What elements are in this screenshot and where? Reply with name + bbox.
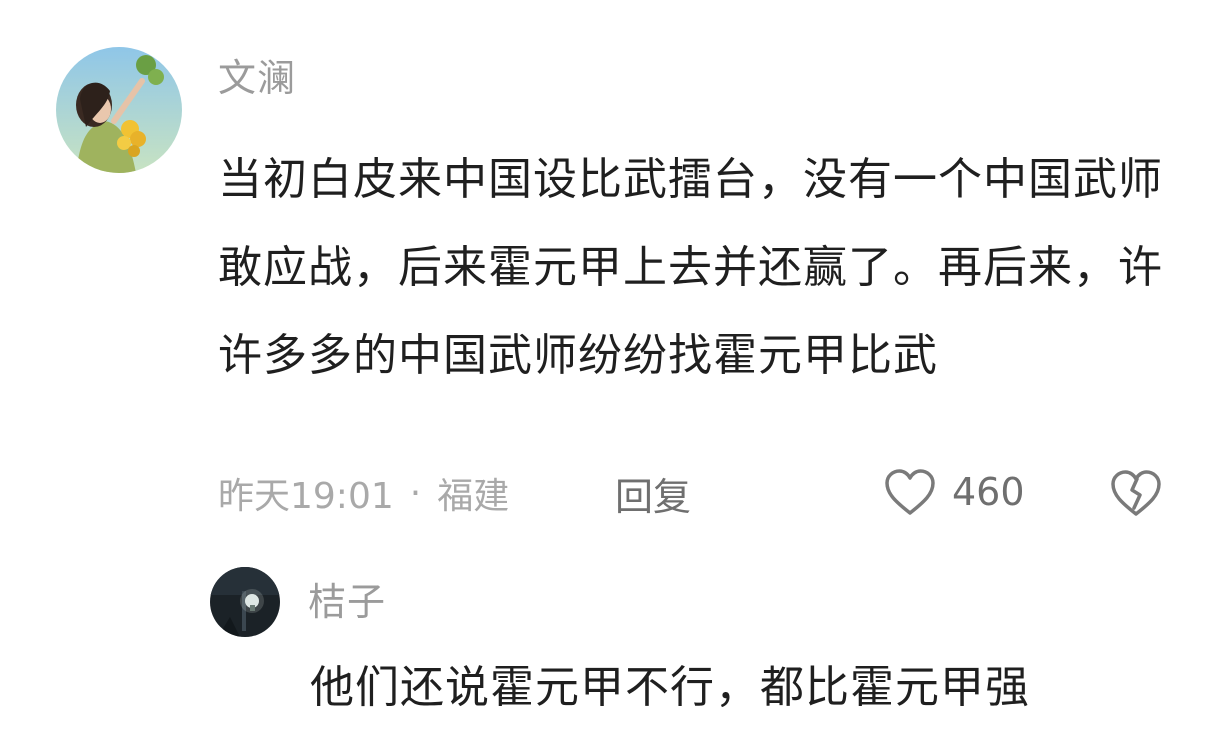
comment-meta: 昨天19:01 · 福建	[218, 468, 509, 518]
like-count: 460	[952, 470, 1025, 514]
reply-button[interactable]: 回复	[615, 468, 691, 519]
reply-avatar[interactable]	[210, 567, 280, 637]
reply-body: 他们还说霍元甲不行，都比霍元甲强	[310, 662, 1030, 713]
comment-timestamp: 昨天19:01	[218, 476, 394, 517]
comment-username[interactable]: 文澜	[218, 59, 296, 97]
user-avatar[interactable]	[56, 47, 182, 173]
meta-separator: ·	[409, 472, 422, 514]
avatar-girl-icon	[56, 47, 182, 173]
comment-thread: 文澜 当初白皮来中国设比武擂台，没有一个中国武师敢应战，后来霍元甲上去并还赢了。…	[0, 0, 1232, 737]
like-button[interactable]: 460	[882, 464, 1025, 520]
heart-outline-icon	[882, 466, 938, 518]
comment-location: 福建	[437, 476, 510, 517]
comment-body: 当初白皮来中国设比武擂台，没有一个中国武师敢应战，后来霍元甲上去并还赢了。再后来…	[218, 154, 1163, 381]
avatar-night-lamp-icon	[210, 567, 280, 637]
reply-username[interactable]: 桔子	[308, 583, 386, 621]
broken-heart-icon[interactable]	[1108, 464, 1164, 520]
